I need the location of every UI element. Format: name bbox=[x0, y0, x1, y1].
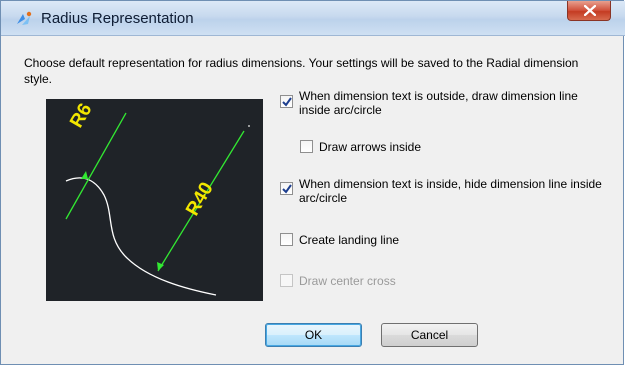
r6-dimension-line bbox=[65, 112, 127, 220]
radius-representation-dialog: Radius Representation Choose default rep… bbox=[0, 0, 625, 365]
draw-dimension-line-inside-checkbox[interactable] bbox=[280, 95, 293, 108]
hide-dimension-line-inside-label[interactable]: When dimension text is inside, hide dime… bbox=[299, 177, 609, 205]
window-title: Radius Representation bbox=[41, 10, 194, 27]
draw-center-cross-label[interactable]: Draw center cross bbox=[299, 274, 396, 288]
description-text: Choose default representation for radius… bbox=[24, 56, 579, 86]
r6-label: R6 bbox=[66, 100, 96, 132]
close-button[interactable] bbox=[567, 1, 611, 21]
marker-dot bbox=[248, 125, 250, 127]
create-landing-line-label[interactable]: Create landing line bbox=[299, 233, 399, 247]
checkmark-icon bbox=[282, 184, 292, 194]
create-landing-line-checkbox[interactable] bbox=[280, 233, 293, 246]
draw-dimension-line-inside-label[interactable]: When dimension text is outside, draw dim… bbox=[299, 89, 599, 117]
draw-center-cross-checkbox[interactable] bbox=[280, 274, 293, 287]
app-icon bbox=[15, 10, 33, 28]
checkmark-icon bbox=[282, 97, 292, 107]
radius-preview-image: R6 R40 bbox=[46, 99, 263, 301]
r40-label: R40 bbox=[182, 179, 218, 220]
ok-button[interactable]: OK bbox=[265, 323, 362, 347]
close-icon bbox=[584, 5, 596, 16]
draw-arrows-inside-label[interactable]: Draw arrows inside bbox=[319, 140, 421, 154]
hide-dimension-line-inside-checkbox[interactable] bbox=[280, 182, 293, 195]
cancel-button[interactable]: Cancel bbox=[381, 323, 478, 347]
r6-arrow-icon bbox=[81, 171, 88, 179]
draw-arrows-inside-checkbox[interactable] bbox=[300, 140, 313, 153]
title-bar[interactable]: Radius Representation bbox=[1, 1, 625, 36]
